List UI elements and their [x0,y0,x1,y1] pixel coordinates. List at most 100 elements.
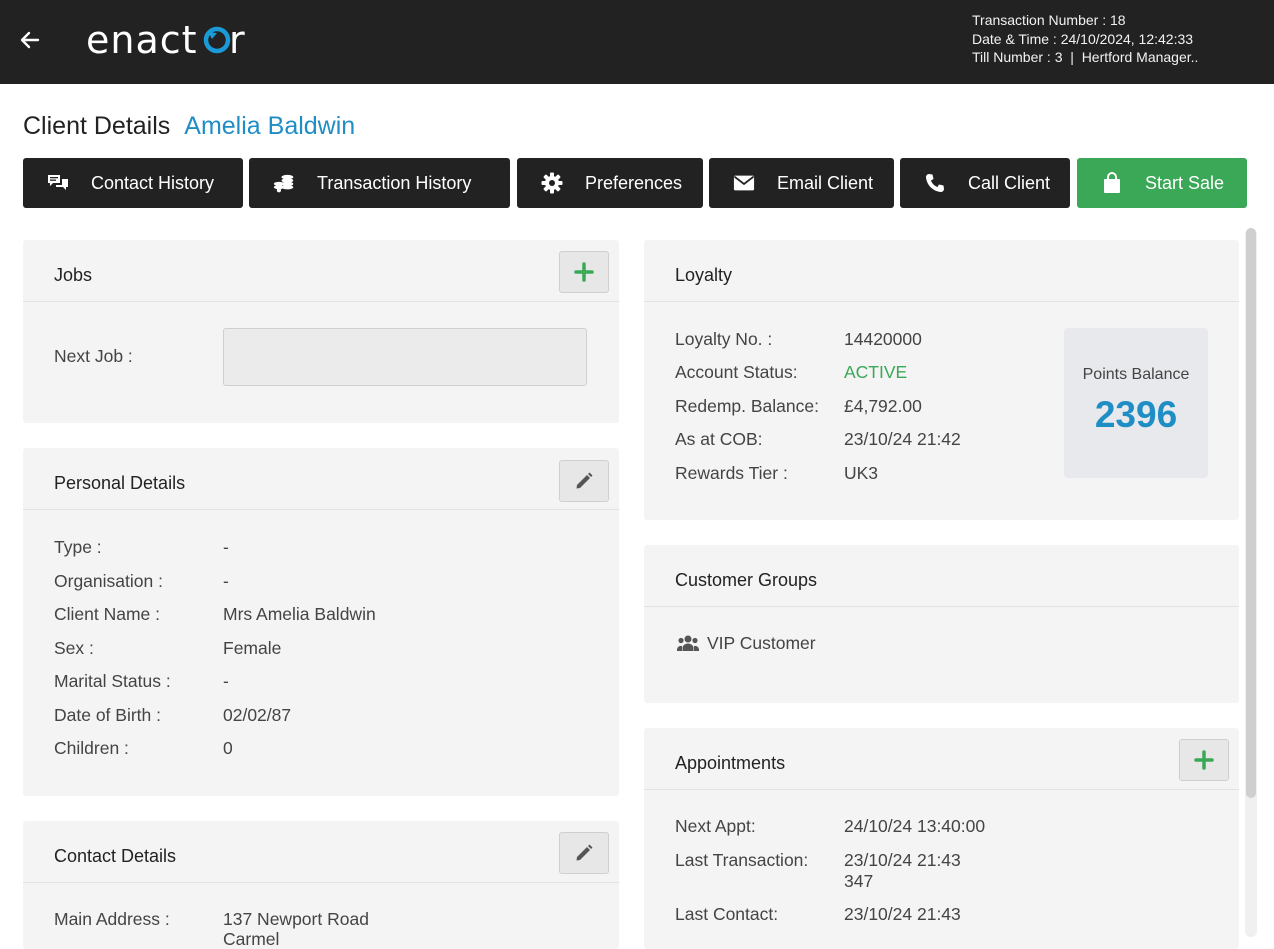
last-transaction-id: 347 [844,871,874,891]
transaction-history-button[interactable]: Transaction History [249,158,510,208]
svg-text:r: r [229,19,245,59]
client-name: Amelia Baldwin [184,112,356,140]
logo-wordmark: enact r [86,19,245,59]
last-transaction-value: 23/10/24 21:43 [844,850,961,870]
users-icon [677,634,699,657]
account-status-label: Account Status: [675,362,798,382]
loyalty-number-label: Loyalty No. : [675,329,773,349]
appointments-card: Appointments Next Appt: 24/10/24 13:40:00… [644,728,1239,949]
transaction-history-label: Transaction History [317,172,472,193]
edit-personal-details-button[interactable] [559,460,609,502]
as-at-cob-label: As at COB: [675,429,763,449]
date-of-birth-label: Date of Birth : [54,705,161,725]
main-address-line2: Carmel [223,929,280,949]
main-address-line1: 137 Newport Road [223,909,369,929]
transaction-number: Transaction Number : 18 [972,12,1126,28]
points-balance-box: Points Balance 2396 [1064,328,1208,478]
sex-label: Sex : [54,638,94,658]
main-address-label: Main Address : [54,909,170,929]
rewards-tier-value: UK3 [844,463,879,483]
contact-history-button[interactable]: Contact History [23,158,243,208]
next-appointment-value: 24/10/24 13:40:00 [844,816,986,836]
personal-details-header: Personal Details [23,448,619,510]
type-label: Type : [54,537,102,557]
points-balance-label: Points Balance [1082,366,1190,383]
coins-icon [273,172,295,194]
client-name-value: Mrs Amelia Baldwin [223,604,376,624]
plus-icon [1194,750,1214,770]
last-contact-value: 23/10/24 21:43 [844,904,961,924]
organisation-value: - [223,571,229,591]
rewards-tier-label: Rewards Tier : [675,463,788,483]
next-appointment-label: Next Appt: [675,816,756,836]
last-contact-label: Last Contact: [675,904,779,924]
customer-groups-header: Customer Groups [644,545,1239,607]
call-client-button[interactable]: Call Client [900,158,1070,208]
marital-status-value: - [223,671,229,691]
edit-contact-details-button[interactable] [559,832,609,874]
top-bar: enact r Transaction Number : 18 Date & T… [0,0,1274,84]
next-job-label: Next Job : [54,346,133,366]
page-title-label: Client Details [23,112,171,140]
date-of-birth-value: 02/02/87 [223,705,292,725]
page-scrollbar[interactable] [1245,228,1257,937]
jobs-card: Jobs Next Job : [23,240,619,423]
redemption-balance-value: £4,792.00 [844,396,922,416]
type-value: - [223,537,229,557]
email-client-label: Email Client [777,172,874,193]
contact-details-card: Contact Details Main Address : 137 Newpo… [23,821,619,949]
loyalty-title: Loyalty [675,265,733,285]
appointments-title: Appointments [675,753,786,773]
email-client-button[interactable]: Email Client [709,158,894,208]
client-name-label: Client Name : [54,604,161,624]
envelope-icon [733,172,755,194]
start-sale-label: Start Sale [1145,172,1225,193]
marital-status-label: Marital Status : [54,671,171,691]
arrow-left-icon [20,31,40,49]
contact-details-header: Contact Details [23,821,619,883]
add-job-button[interactable] [559,251,609,293]
loyalty-header: Loyalty [644,240,1239,302]
gear-icon [541,172,563,194]
personal-details-card: Personal Details Type : - Organisation : -… [23,448,619,796]
customer-groups-title: Customer Groups [675,570,818,590]
call-client-label: Call Client [968,172,1051,193]
redemption-balance-label: Redemp. Balance: [675,396,819,416]
appointments-header: Appointments [644,728,1239,790]
scrollbar-thumb[interactable] [1246,228,1256,798]
till-number: Till Number : 3 | Hertford Manager.. [972,49,1199,65]
points-balance-value: 2396 [1094,394,1178,435]
back-button[interactable] [14,24,46,56]
contact-details-title: Contact Details [54,846,177,866]
as-at-cob-value: 23/10/24 21:42 [844,429,961,449]
start-sale-button[interactable]: Start Sale [1077,158,1247,208]
enactor-logo: enact r [86,16,248,62]
account-status-value: ACTIVE [844,362,908,382]
vip-customer-label: VIP Customer [707,633,816,653]
organisation-label: Organisation : [54,571,163,591]
last-transaction-label: Last Transaction: [675,850,809,870]
next-job-field [223,328,587,386]
jobs-title: Jobs [54,265,93,285]
add-appointment-button[interactable] [1179,739,1229,781]
preferences-button[interactable]: Preferences [517,158,703,208]
phone-icon [924,172,946,194]
loyalty-number-value: 14420000 [844,329,922,349]
plus-icon [574,262,594,282]
personal-details-title: Personal Details [54,473,186,493]
children-label: Children : [54,738,129,758]
page-title: Client Details Amelia Baldwin [23,112,355,141]
customer-groups-card: Customer Groups VIP Customer [644,545,1239,703]
children-value: 0 [223,738,233,758]
preferences-label: Preferences [585,172,683,193]
contact-history-label: Contact History [91,172,215,193]
svg-text:enact: enact [86,19,198,59]
pencil-icon [576,472,593,489]
shopping-bag-icon [1101,172,1123,194]
transaction-info: Transaction Number : 18 Date & Time : 24… [972,11,1198,67]
chat-icon [47,172,69,194]
jobs-header: Jobs [23,240,619,302]
loyalty-card: Loyalty Loyalty No. : 14420000 Account St… [644,240,1239,520]
transaction-date-time: Date & Time : 24/10/2024, 12:42:33 [972,30,1194,47]
pencil-icon [576,844,593,861]
